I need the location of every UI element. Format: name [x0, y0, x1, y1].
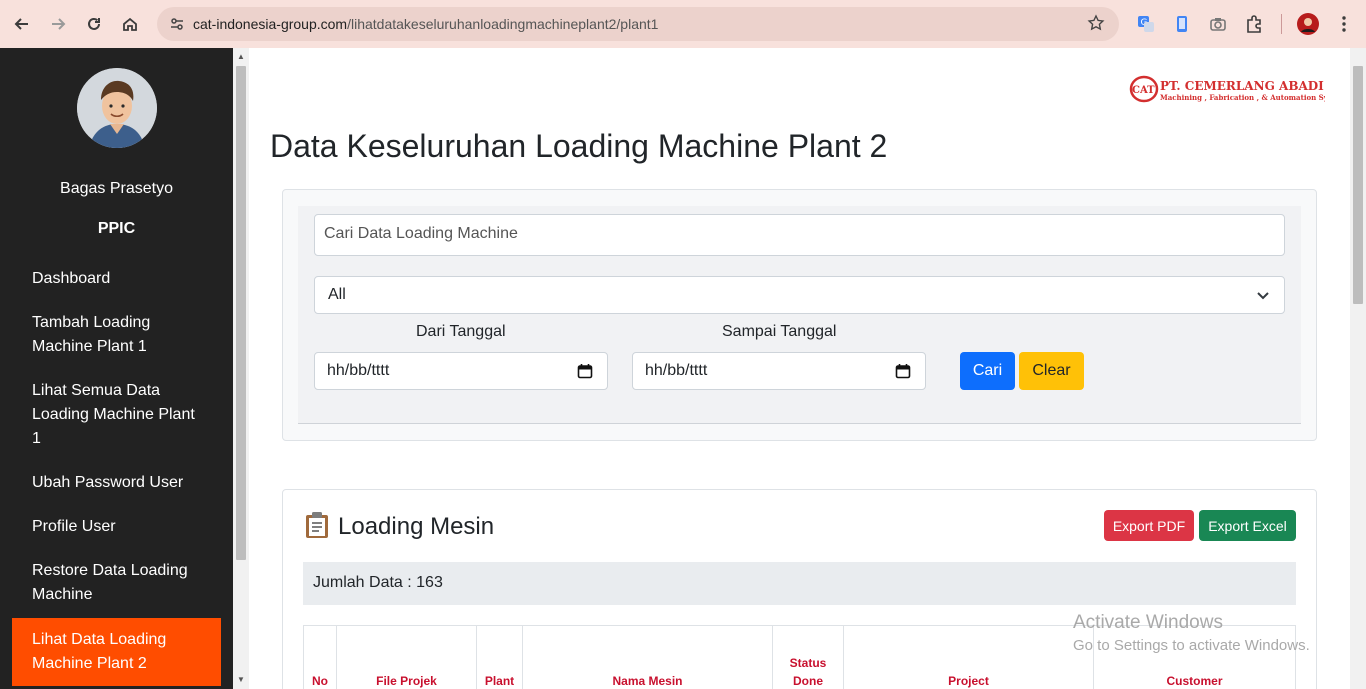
export-excel-button[interactable]: Export Excel	[1199, 510, 1296, 541]
forward-icon[interactable]	[46, 12, 70, 36]
filter-card: Cari Data Loading Machine All Dari Tangg…	[282, 189, 1317, 441]
page-title: Data Keseluruhan Loading Machine Plant 2	[270, 128, 888, 164]
scroll-down-icon[interactable]: ▼	[236, 675, 246, 685]
calendar-icon[interactable]	[577, 363, 593, 379]
calendar-icon[interactable]	[895, 363, 911, 379]
column-header-customer[interactable]: Customer	[1093, 625, 1296, 689]
sidebar-scrollbar[interactable]: ▲ ▼	[233, 48, 249, 689]
sidebar-item-tambah-loading[interactable]: Tambah Loading Machine Plant 1	[12, 311, 221, 359]
profile-avatar-icon[interactable]	[1297, 13, 1319, 35]
filter-form: Cari Data Loading Machine All Dari Tangg…	[298, 206, 1301, 424]
company-logo: CAT PT. CEMERLANG ABADI TEKINDO Machinin…	[1129, 75, 1325, 103]
to-date-value: hh/bb/tttt	[645, 362, 708, 379]
activate-windows-title: Activate Windows	[1073, 612, 1223, 633]
sidebar: Bagas Prasetyo PPIC Dashboard Tambah Loa…	[0, 48, 233, 689]
from-date-input[interactable]: hh/bb/tttt	[314, 352, 608, 390]
activate-windows-subtitle: Go to Settings to activate Windows.	[1073, 637, 1310, 654]
column-header-project[interactable]: Project	[843, 625, 1094, 689]
main-content: CAT PT. CEMERLANG ABADI TEKINDO Machinin…	[249, 48, 1350, 689]
sidebar-item-profile-user[interactable]: Profile User	[12, 515, 221, 539]
column-header-plant[interactable]: Plant	[476, 625, 523, 689]
card-title: Loading Mesin	[338, 513, 495, 540]
from-date-label: Dari Tanggal	[416, 323, 506, 340]
sidebar-item-ubah-password[interactable]: Ubah Password User	[12, 471, 221, 495]
site-info-icon[interactable]	[165, 12, 189, 36]
clipboard-icon	[306, 512, 328, 538]
search-input[interactable]: Cari Data Loading Machine	[314, 214, 1285, 256]
svg-text:CAT: CAT	[1132, 85, 1155, 96]
sidebar-item-restore-data[interactable]: Restore Data Loading Machine	[12, 559, 221, 607]
clear-button[interactable]: Clear	[1019, 352, 1084, 390]
chevron-down-icon	[1257, 292, 1269, 300]
user-name: Bagas Prasetyo	[60, 180, 173, 197]
filter-select[interactable]: All	[314, 276, 1285, 314]
camera-icon[interactable]	[1207, 13, 1229, 35]
more-menu-icon[interactable]	[1333, 13, 1355, 35]
svg-text:Machining , Fabrication , & Au: Machining , Fabrication , & Automation S…	[1160, 93, 1325, 102]
from-date-value: hh/bb/tttt	[327, 362, 390, 379]
home-icon[interactable]	[118, 12, 142, 36]
to-date-input[interactable]: hh/bb/tttt	[632, 352, 926, 390]
table-header-row: No File Projek Plant Nama Mesin Status D…	[303, 625, 1296, 689]
sidebar-item-lihat-plant2[interactable]: Lihat Data Loading Machine Plant 2	[12, 618, 221, 686]
reload-icon[interactable]	[82, 12, 106, 36]
search-button[interactable]: Cari	[960, 352, 1015, 390]
extensions-icon[interactable]	[1243, 13, 1265, 35]
bookmark-star-icon[interactable]	[1087, 14, 1105, 37]
svg-text:PT. CEMERLANG ABADI TEKINDO: PT. CEMERLANG ABADI TEKINDO	[1160, 79, 1325, 93]
page-scroll-thumb[interactable]	[1353, 66, 1363, 304]
sidebar-item-dashboard[interactable]: Dashboard	[12, 267, 221, 291]
url-text: cat-indonesia-group.com/lihatdatakeselur…	[193, 16, 659, 32]
browser-toolbar: cat-indonesia-group.com/lihatdatakeselur…	[0, 0, 1366, 48]
column-header-file-projek[interactable]: File Projek	[336, 625, 477, 689]
data-card: Loading Mesin Export PDF Export Excel Ju…	[282, 489, 1317, 689]
sidebar-scroll-thumb[interactable]	[236, 66, 246, 560]
sidebar-item-lihat-semua-plant1[interactable]: Lihat Semua Data Loading Machine Plant 1	[12, 379, 221, 451]
translate-icon[interactable]: G	[1135, 13, 1157, 35]
data-table: No File Projek Plant Nama Mesin Status D…	[303, 625, 1296, 689]
export-pdf-button[interactable]: Export PDF	[1104, 510, 1194, 541]
scroll-up-icon[interactable]: ▲	[236, 52, 246, 62]
page-scrollbar[interactable]	[1350, 48, 1366, 689]
back-icon[interactable]	[10, 12, 34, 36]
to-date-label: Sampai Tanggal	[722, 323, 837, 340]
avatar	[77, 68, 157, 148]
data-count: Jumlah Data : 163	[303, 562, 1296, 605]
address-bar[interactable]: cat-indonesia-group.com/lihatdatakeselur…	[157, 7, 1119, 41]
column-header-nama-mesin[interactable]: Nama Mesin	[522, 625, 773, 689]
user-role: PPIC	[97, 220, 136, 237]
toolbar-divider	[1281, 14, 1282, 34]
column-header-status-done[interactable]: Status Done	[772, 625, 844, 689]
select-value: All	[328, 286, 346, 303]
column-header-no[interactable]: No	[303, 625, 337, 689]
device-icon[interactable]	[1171, 13, 1193, 35]
